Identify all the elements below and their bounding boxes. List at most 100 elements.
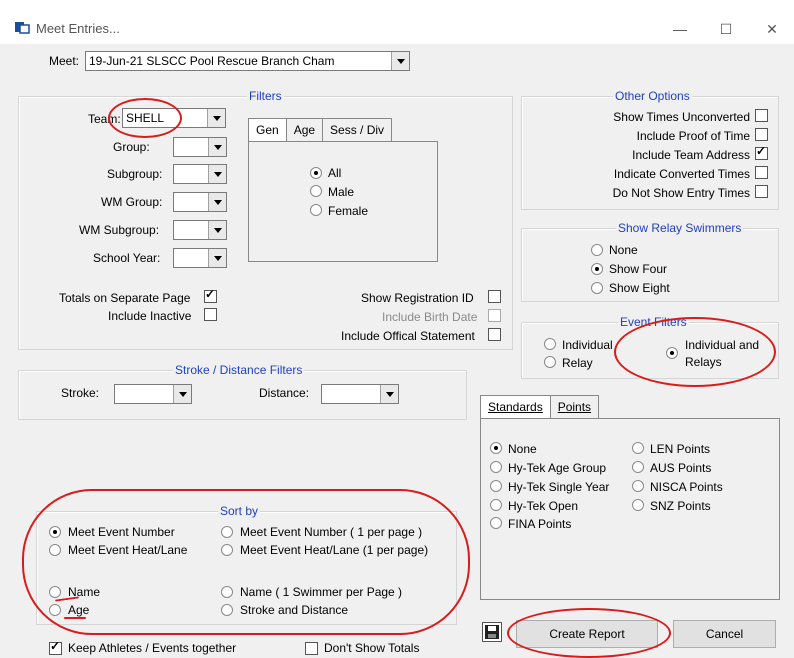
- other-options-title: Other Options: [613, 89, 692, 103]
- standard-fina-points-label: FINA Points: [508, 517, 572, 531]
- chevron-down-icon[interactable]: [208, 138, 226, 156]
- standard-single-year-label: Hy-Tek Single Year: [508, 480, 610, 494]
- meet-select[interactable]: 19-Jun-21 SLSCC Pool Rescue Branch Cham: [85, 51, 410, 71]
- option-include-proof-of-time: Include Proof of Time: [636, 129, 750, 143]
- relay-show-four-radio[interactable]: [591, 263, 603, 275]
- stroke-select[interactable]: [114, 384, 192, 404]
- subgroup-select[interactable]: [173, 164, 227, 184]
- app-icon: [15, 22, 30, 34]
- indicate-converted-times-checkbox[interactable]: [755, 166, 768, 179]
- annotation-create-report-circle: [507, 608, 671, 658]
- tab-age[interactable]: Age: [285, 118, 324, 141]
- standard-age-group-radio[interactable]: [490, 461, 502, 473]
- filters-title: Filters: [247, 89, 284, 103]
- include-inactive-checkbox[interactable]: [204, 308, 217, 321]
- group-select[interactable]: [173, 137, 227, 157]
- standard-snz-points-label: SNZ Points: [650, 499, 711, 513]
- standard-snz-points-radio[interactable]: [632, 499, 644, 511]
- chevron-down-icon[interactable]: [208, 193, 226, 211]
- standard-nisca-points-label: NISCA Points: [650, 480, 723, 494]
- cancel-button[interactable]: Cancel: [673, 620, 776, 648]
- totals-separate-checkbox[interactable]: [204, 287, 217, 303]
- title-bar: Meet Entries... — ☐ ✕: [0, 0, 794, 44]
- option-do-not-show-entry-times: Do Not Show Entry Times: [612, 186, 750, 200]
- dont-show-totals-label: Don't Show Totals: [324, 641, 420, 655]
- dont-show-totals-checkbox[interactable]: [305, 642, 318, 655]
- relay-show-eight-radio[interactable]: [591, 282, 603, 294]
- group-label: Group:: [113, 140, 150, 154]
- gender-tab-pane: [248, 141, 438, 262]
- wm-group-label: WM Group:: [101, 195, 163, 209]
- tab-standards[interactable]: Standards: [480, 395, 551, 418]
- radio-all-label: All: [328, 166, 342, 180]
- chevron-down-icon[interactable]: [380, 385, 398, 403]
- relay-none-radio[interactable]: [591, 244, 603, 256]
- include-proof-of-time-checkbox[interactable]: [755, 128, 768, 141]
- relay-none-label: None: [609, 243, 638, 257]
- totals-separate-label: Totals on Separate Page: [59, 291, 191, 305]
- event-individual-radio[interactable]: [544, 338, 556, 350]
- close-button[interactable]: ✕: [749, 14, 794, 44]
- annotation-sort-by-circle: [22, 489, 470, 635]
- chevron-down-icon[interactable]: [208, 165, 226, 183]
- tab-points[interactable]: Points: [549, 395, 600, 418]
- option-show-times-unconverted: Show Times Unconverted: [613, 110, 750, 124]
- meet-value: 19-Jun-21 SLSCC Pool Rescue Branch Cham: [89, 54, 335, 68]
- relay-show-four-label: Show Four: [609, 262, 668, 276]
- floppy-disk-icon: [485, 625, 499, 639]
- option-indicate-converted-times: Indicate Converted Times: [613, 167, 750, 181]
- standard-aus-points-radio[interactable]: [632, 461, 644, 473]
- event-relay-radio[interactable]: [544, 356, 556, 368]
- radio-male[interactable]: [310, 185, 322, 197]
- distance-select[interactable]: [321, 384, 399, 404]
- include-inactive-label: Include Inactive: [108, 309, 192, 323]
- radio-female[interactable]: [310, 204, 322, 216]
- keep-together-checkbox[interactable]: [49, 639, 62, 655]
- standard-single-year-radio[interactable]: [490, 480, 502, 492]
- annotation-team-circle: [108, 98, 182, 138]
- include-official-statement-checkbox[interactable]: [488, 328, 501, 341]
- meet-label: Meet:: [49, 54, 80, 68]
- include-birth-date-label: Include Birth Date: [382, 310, 478, 324]
- wm-subgroup-select[interactable]: [173, 220, 227, 240]
- show-reg-id-checkbox[interactable]: [488, 290, 501, 303]
- wm-group-select[interactable]: [173, 192, 227, 212]
- standard-aus-points-label: AUS Points: [650, 461, 712, 475]
- minimize-button[interactable]: —: [657, 14, 703, 44]
- tab-gen[interactable]: Gen: [248, 118, 287, 141]
- radio-all[interactable]: [310, 167, 322, 179]
- distance-label: Distance:: [259, 386, 310, 400]
- include-official-statement-label: Include Offical Statement: [341, 329, 475, 343]
- chevron-down-icon[interactable]: [208, 221, 226, 239]
- standard-fina-points-radio[interactable]: [490, 517, 502, 529]
- chevron-down-icon[interactable]: [391, 52, 409, 70]
- tab-sess-div[interactable]: Sess / Div: [322, 118, 393, 141]
- radio-female-label: Female: [328, 204, 369, 218]
- maximize-button[interactable]: ☐: [703, 14, 749, 44]
- window-title: Meet Entries...: [36, 21, 120, 36]
- standard-none-radio[interactable]: [490, 442, 502, 454]
- include-birth-date-checkbox[interactable]: [488, 309, 501, 322]
- annotation-event-filters-circle: [614, 317, 776, 387]
- standard-age-group-label: Hy-Tek Age Group: [508, 461, 607, 475]
- show-reg-id-label: Show Registration ID: [361, 291, 474, 305]
- show-times-unconverted-checkbox[interactable]: [755, 109, 768, 122]
- include-team-address-checkbox[interactable]: [755, 144, 768, 160]
- standard-open-radio[interactable]: [490, 499, 502, 511]
- school-year-select[interactable]: [173, 248, 227, 268]
- relay-show-eight-label: Show Eight: [609, 281, 670, 295]
- stroke-label: Stroke:: [61, 386, 100, 400]
- standard-len-points-label: LEN Points: [650, 442, 711, 456]
- standards-tabs: Standards Points: [480, 395, 600, 418]
- chevron-down-icon[interactable]: [173, 385, 191, 403]
- chevron-down-icon[interactable]: [207, 109, 225, 127]
- do-not-show-entry-times-checkbox[interactable]: [755, 185, 768, 198]
- standard-len-points-radio[interactable]: [632, 442, 644, 454]
- wm-subgroup-label: WM Subgroup:: [79, 223, 160, 237]
- event-relay-label: Relay: [562, 356, 593, 370]
- chevron-down-icon[interactable]: [208, 249, 226, 267]
- save-button[interactable]: [482, 622, 502, 642]
- school-year-label: School Year:: [93, 251, 161, 265]
- standard-nisca-points-radio[interactable]: [632, 480, 644, 492]
- radio-male-label: Male: [328, 185, 355, 199]
